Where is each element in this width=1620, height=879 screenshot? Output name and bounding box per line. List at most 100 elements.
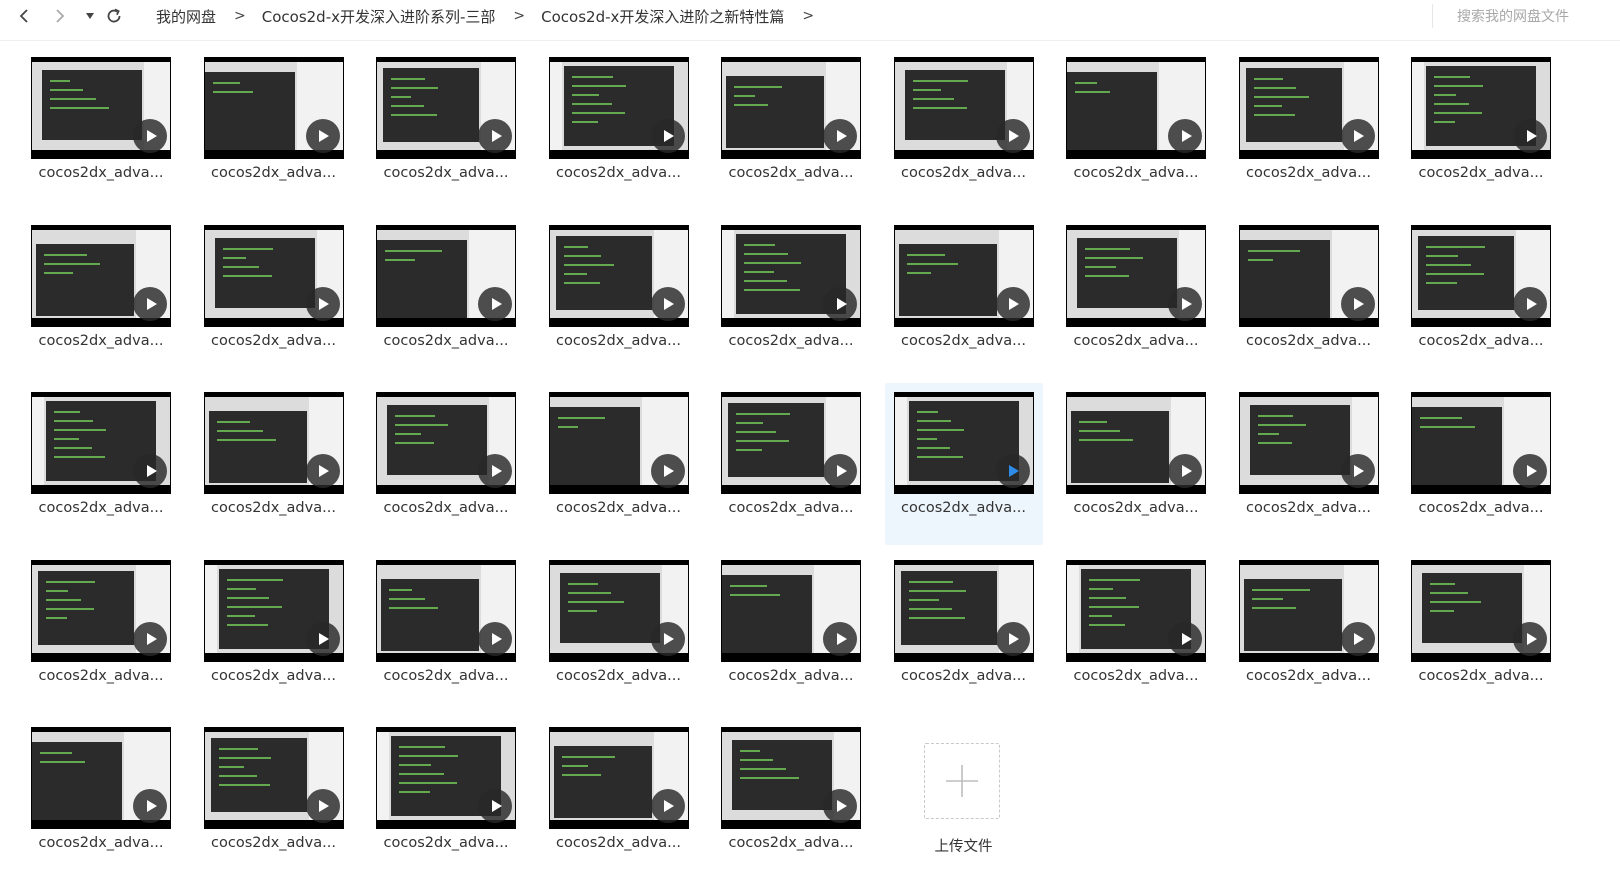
file-tile[interactable]: cocos2dx_adva...: [1066, 392, 1206, 544]
file-tile[interactable]: cocos2dx_adva...: [548, 392, 689, 544]
play-button[interactable]: [1168, 286, 1202, 321]
play-button[interactable]: [133, 454, 167, 488]
file-tile[interactable]: cocos2dx_adva...: [31, 392, 171, 544]
play-icon: [1526, 465, 1537, 477]
file-tile[interactable]: cocos2dx_adva...: [548, 224, 689, 377]
upload-dropzone[interactable]: [923, 743, 1000, 819]
forward-button[interactable]: [48, 4, 72, 28]
file-tile[interactable]: cocos2dx_adva...: [31, 224, 171, 377]
file-tile[interactable]: cocos2dx_adva...: [203, 57, 344, 209]
file-tile[interactable]: cocos2dx_adva...: [376, 727, 516, 879]
play-button[interactable]: [823, 119, 857, 153]
file-tile[interactable]: cocos2dx_adva...: [1411, 57, 1551, 209]
file-tile[interactable]: cocos2dx_adva...: [203, 224, 344, 377]
play-button[interactable]: [478, 454, 512, 488]
video-thumbnail: [1066, 392, 1206, 494]
breadcrumb-item-current[interactable]: Cocos2d-x开发深入进阶之新特性篇: [541, 6, 784, 27]
file-tile[interactable]: cocos2dx_adva...: [548, 559, 689, 712]
play-button[interactable]: [1340, 621, 1375, 656]
play-button[interactable]: [1168, 454, 1202, 488]
file-tile[interactable]: cocos2dx_adva...: [376, 224, 516, 377]
file-tile[interactable]: cocos2dx_adva...: [31, 57, 171, 209]
play-button[interactable]: [650, 621, 685, 656]
search-input[interactable]: [1455, 4, 1619, 30]
play-button[interactable]: [995, 621, 1030, 656]
file-tile[interactable]: cocos2dx_adva...: [1066, 57, 1206, 209]
play-button[interactable]: [305, 286, 340, 321]
play-button[interactable]: [133, 789, 167, 823]
refresh-button[interactable]: [102, 4, 126, 28]
play-icon: [1181, 130, 1192, 142]
play-button[interactable]: [823, 621, 857, 656]
play-button[interactable]: [1168, 119, 1202, 153]
play-button[interactable]: [650, 286, 685, 321]
file-tile[interactable]: cocos2dx_adva...: [1238, 392, 1379, 544]
play-button[interactable]: [823, 454, 857, 488]
video-thumbnail: [31, 727, 171, 829]
file-tile[interactable]: cocos2dx_adva...: [1238, 224, 1379, 377]
play-button[interactable]: [305, 789, 340, 823]
play-button[interactable]: [305, 621, 340, 656]
play-button[interactable]: [995, 286, 1030, 321]
play-button[interactable]: [133, 286, 167, 321]
file-tile[interactable]: cocos2dx_adva...: [203, 559, 344, 712]
play-button[interactable]: [995, 119, 1030, 153]
code-line: [557, 426, 578, 428]
file-name: cocos2dx_adva...: [383, 667, 509, 684]
file-tile[interactable]: cocos2dx_adva...: [893, 57, 1034, 209]
file-tile[interactable]: cocos2dx_adva...: [1411, 392, 1551, 544]
play-button[interactable]: [650, 119, 685, 153]
file-tile[interactable]: cocos2dx_adva...: [721, 224, 861, 377]
file-tile[interactable]: cocos2dx_adva...: [203, 727, 344, 879]
play-button[interactable]: [1513, 119, 1547, 153]
breadcrumb-item-root[interactable]: 我的网盘: [156, 6, 216, 27]
play-button[interactable]: [1340, 119, 1375, 153]
file-tile[interactable]: cocos2dx_adva...: [1411, 559, 1551, 712]
play-button[interactable]: [1513, 621, 1547, 656]
upload-file-button[interactable]: 上传文件: [894, 727, 1034, 879]
file-tile[interactable]: cocos2dx_adva...: [721, 392, 861, 544]
file-tile[interactable]: cocos2dx_adva...: [548, 727, 689, 879]
file-tile[interactable]: cocos2dx_adva...: [1066, 559, 1206, 712]
file-tile[interactable]: cocos2dx_adva...: [31, 727, 171, 879]
breadcrumb-separator[interactable]: >: [802, 8, 814, 24]
play-button[interactable]: [995, 454, 1030, 488]
file-tile[interactable]: cocos2dx_adva...: [1238, 57, 1379, 209]
file-tile[interactable]: cocos2dx_adva...: [721, 559, 861, 712]
file-tile[interactable]: cocos2dx_adva...: [548, 57, 689, 209]
play-button[interactable]: [478, 621, 512, 656]
back-button[interactable]: [12, 4, 36, 28]
file-tile[interactable]: cocos2dx_adva...: [1411, 224, 1551, 377]
play-button[interactable]: [1513, 286, 1547, 321]
play-button[interactable]: [305, 119, 340, 153]
file-tile[interactable]: cocos2dx_adva...: [884, 383, 1043, 545]
play-button[interactable]: [823, 286, 857, 321]
file-tile[interactable]: cocos2dx_adva...: [893, 224, 1034, 377]
file-tile[interactable]: cocos2dx_adva...: [893, 559, 1034, 712]
file-tile[interactable]: cocos2dx_adva...: [376, 57, 516, 209]
play-button[interactable]: [650, 454, 685, 488]
file-tile[interactable]: cocos2dx_adva...: [721, 57, 861, 209]
play-button[interactable]: [478, 789, 512, 823]
file-tile[interactable]: cocos2dx_adva...: [376, 392, 516, 544]
file-tile[interactable]: cocos2dx_adva...: [721, 727, 861, 879]
breadcrumb-item-series[interactable]: Cocos2d-x开发深入进阶系列-三部: [262, 6, 496, 27]
play-button[interactable]: [133, 119, 167, 153]
play-button[interactable]: [1340, 454, 1375, 488]
file-tile[interactable]: cocos2dx_adva...: [31, 559, 171, 712]
play-button[interactable]: [478, 286, 512, 321]
play-button[interactable]: [823, 789, 857, 823]
upload-label: 上传文件: [934, 839, 993, 855]
play-button[interactable]: [478, 119, 512, 153]
play-button[interactable]: [305, 454, 340, 488]
file-tile[interactable]: cocos2dx_adva...: [203, 392, 344, 544]
play-button[interactable]: [1340, 286, 1375, 321]
play-button[interactable]: [1168, 621, 1202, 656]
play-button[interactable]: [1513, 454, 1547, 488]
file-tile[interactable]: cocos2dx_adva...: [376, 559, 516, 712]
file-tile[interactable]: cocos2dx_adva...: [1066, 224, 1206, 377]
file-tile[interactable]: cocos2dx_adva...: [1238, 559, 1379, 712]
play-button[interactable]: [133, 621, 167, 656]
play-button[interactable]: [650, 789, 685, 823]
history-dropdown[interactable]: [78, 4, 102, 28]
